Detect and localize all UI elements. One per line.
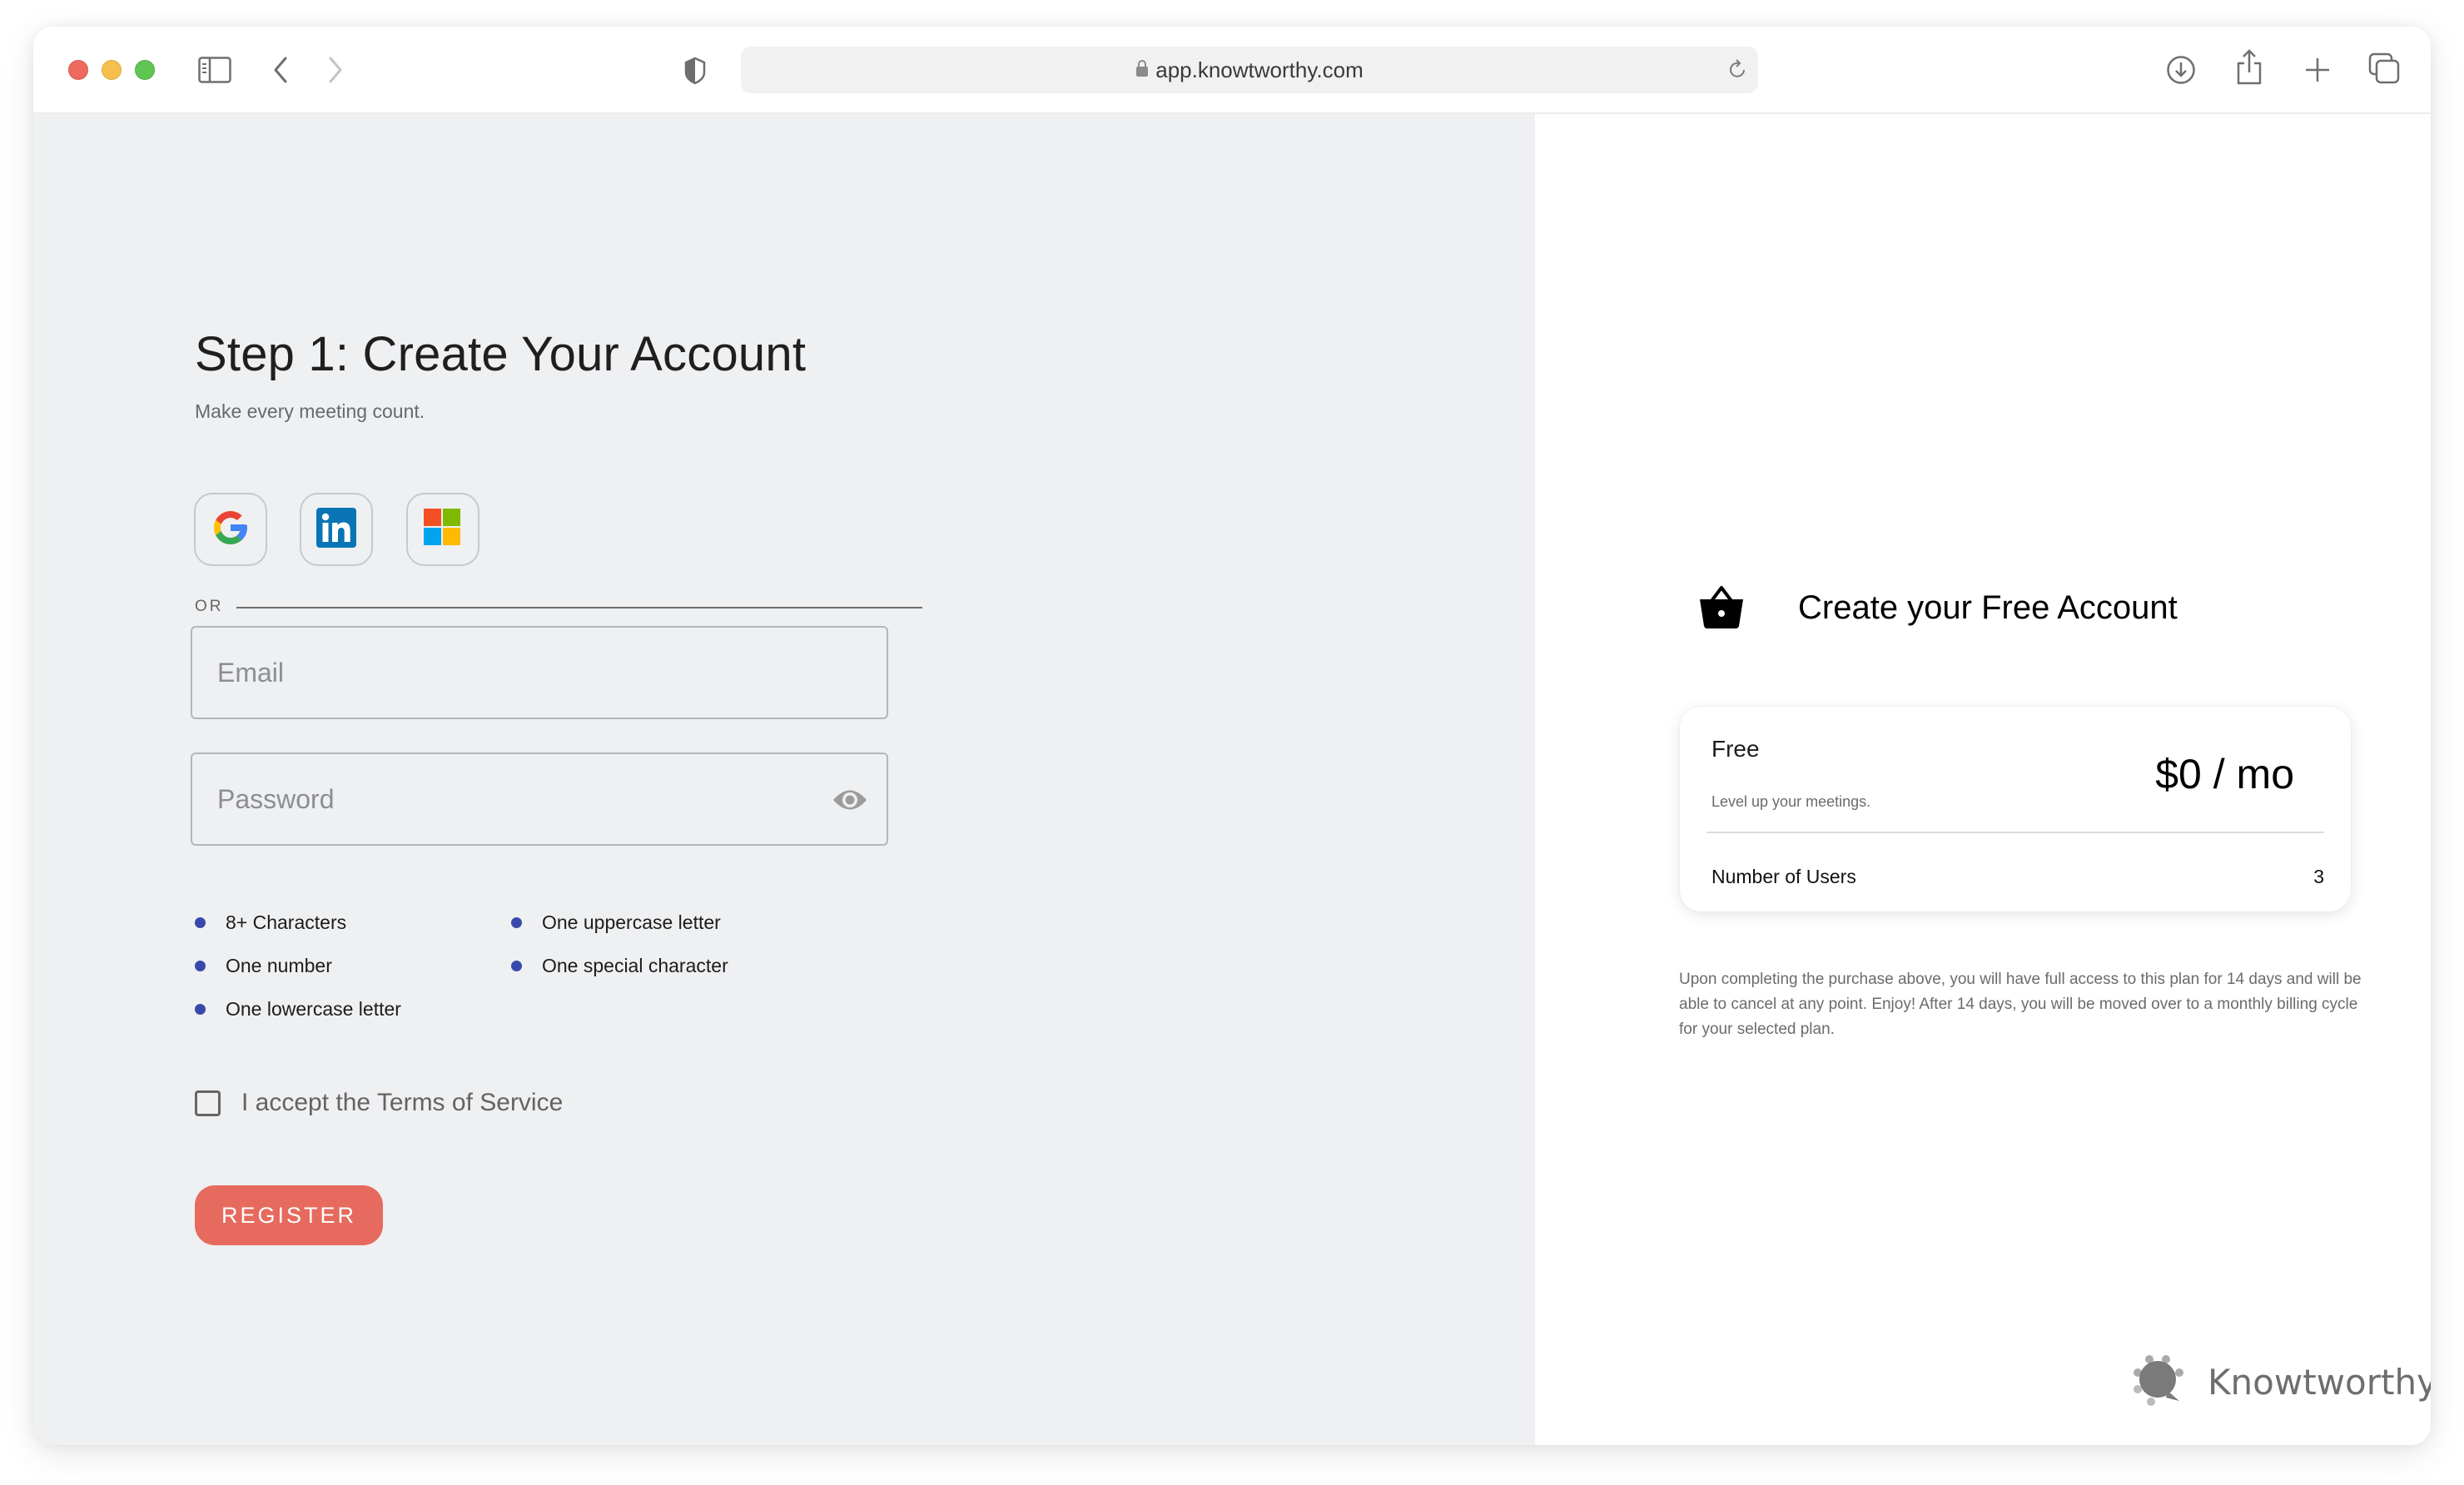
page-title: Step 1: Create Your Account	[195, 327, 807, 381]
terms-label[interactable]: I accept the Terms of Service	[241, 1089, 563, 1117]
password-input[interactable]	[192, 754, 887, 844]
requirement-item: One uppercase letter	[511, 911, 721, 934]
close-window-button[interactable]	[68, 60, 88, 80]
address-bar[interactable]: app.knowtworthy.com	[741, 47, 1758, 93]
reload-icon[interactable]	[1726, 58, 1750, 82]
browser-toolbar: app.knowtworthy.com	[33, 27, 2431, 114]
requirement-label: One lowercase letter	[226, 998, 401, 1020]
terms-row[interactable]: I accept the Terms of Service	[195, 1089, 563, 1117]
google-signin-button[interactable]	[194, 493, 267, 566]
terms-checkbox[interactable]	[195, 1090, 221, 1116]
email-input[interactable]	[192, 628, 887, 718]
bullet-icon	[195, 1004, 206, 1015]
browser-window: app.knowtworthy.com Step 1: Create Your …	[33, 27, 2431, 1445]
sidebar-icon[interactable]	[196, 55, 233, 85]
plan-card: Free Level up your meetings. $0 / mo Num…	[1680, 707, 2351, 911]
requirement-item: One lowercase letter	[195, 998, 401, 1021]
users-label: Number of Users	[1711, 866, 1856, 887]
plan-divider	[1706, 832, 2324, 833]
plan-price: $0 / mo	[2155, 751, 2294, 797]
brand-logo: Knowtworthy	[2133, 1354, 2431, 1410]
lock-icon	[1135, 47, 1149, 93]
plan-note: Upon completing the purchase above, you …	[1679, 971, 2362, 1038]
requirement-label: One uppercase letter	[542, 911, 721, 933]
plan-name: Free	[1711, 736, 1760, 762]
google-icon	[211, 508, 251, 552]
zoom-window-button[interactable]	[135, 60, 155, 80]
email-field[interactable]	[191, 626, 888, 719]
url-text: app.knowtworthy.com	[1155, 57, 1364, 82]
share-icon[interactable]	[2233, 48, 2266, 87]
knowtworthy-logo-icon	[2133, 1354, 2184, 1410]
page-subtitle: Make every meeting count.	[195, 400, 425, 422]
register-button[interactable]: REGISTER	[195, 1185, 383, 1245]
or-divider-label: OR	[195, 598, 224, 615]
plan-heading: Create your Free Account	[1798, 589, 2178, 626]
or-divider-line	[236, 607, 922, 608]
linkedin-icon	[315, 507, 357, 553]
eye-icon[interactable]	[832, 786, 868, 814]
microsoft-signin-button[interactable]	[406, 493, 479, 566]
bullet-icon	[511, 917, 522, 928]
password-field[interactable]	[191, 752, 888, 846]
requirement-item: 8+ Characters	[195, 911, 346, 934]
forward-icon[interactable]	[325, 53, 346, 87]
plan-description: Level up your meetings.	[1711, 793, 1871, 810]
bullet-icon	[511, 961, 522, 971]
plan-panel: Create your Free Account Free Level up y…	[1535, 114, 2431, 1445]
bullet-icon	[195, 917, 206, 928]
requirement-label: One special character	[542, 955, 728, 976]
bullet-icon	[195, 961, 206, 971]
tab-overview-icon[interactable]	[2367, 52, 2401, 85]
download-icon[interactable]	[2164, 53, 2198, 87]
requirement-label: One number	[226, 955, 332, 976]
minimize-window-button[interactable]	[102, 60, 122, 80]
linkedin-signin-button[interactable]	[300, 493, 373, 566]
plus-icon[interactable]	[2301, 53, 2334, 87]
microsoft-icon	[424, 508, 462, 551]
shield-icon[interactable]	[683, 55, 708, 87]
brand-name: Knowtworthy	[2208, 1362, 2431, 1403]
requirement-label: 8+ Characters	[226, 911, 347, 933]
basket-icon	[1698, 584, 1745, 635]
back-icon[interactable]	[270, 53, 291, 87]
requirement-item: One number	[195, 955, 332, 977]
users-value: 3	[2313, 866, 2324, 887]
url-display[interactable]: app.knowtworthy.com	[741, 47, 1758, 93]
requirement-item: One special character	[511, 955, 728, 977]
signup-panel: Step 1: Create Your Account Make every m…	[33, 114, 1535, 1445]
